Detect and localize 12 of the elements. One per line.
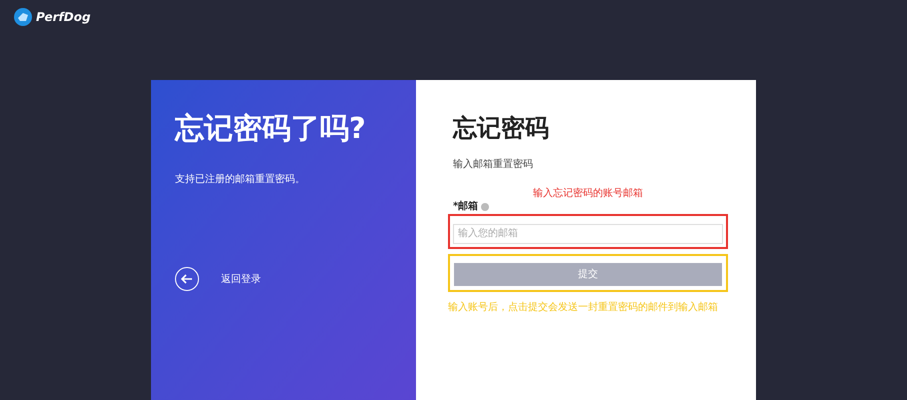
annotation-text: 输入忘记密码的账号邮箱 xyxy=(532,186,644,201)
email-label: *邮箱 xyxy=(453,200,478,214)
panel-title: 忘记密码了吗? xyxy=(175,110,367,146)
email-field[interactable]: 输入您的邮箱 xyxy=(453,224,723,244)
form-title: 忘记密码 xyxy=(452,113,550,143)
annotation-text: 输入账号后，点击提交会发送一封重置密码的邮件到输入邮箱 xyxy=(448,300,719,314)
panel-subtitle: 支持已注册的邮箱重置密码。 xyxy=(175,172,306,187)
back-button[interactable] xyxy=(175,267,199,291)
form-subtitle: 输入邮箱重置密码 xyxy=(452,158,534,172)
brand-name: PerfDog xyxy=(36,9,91,26)
arrow-left-icon xyxy=(181,274,193,284)
back-link[interactable]: 返回登录 xyxy=(221,272,261,286)
